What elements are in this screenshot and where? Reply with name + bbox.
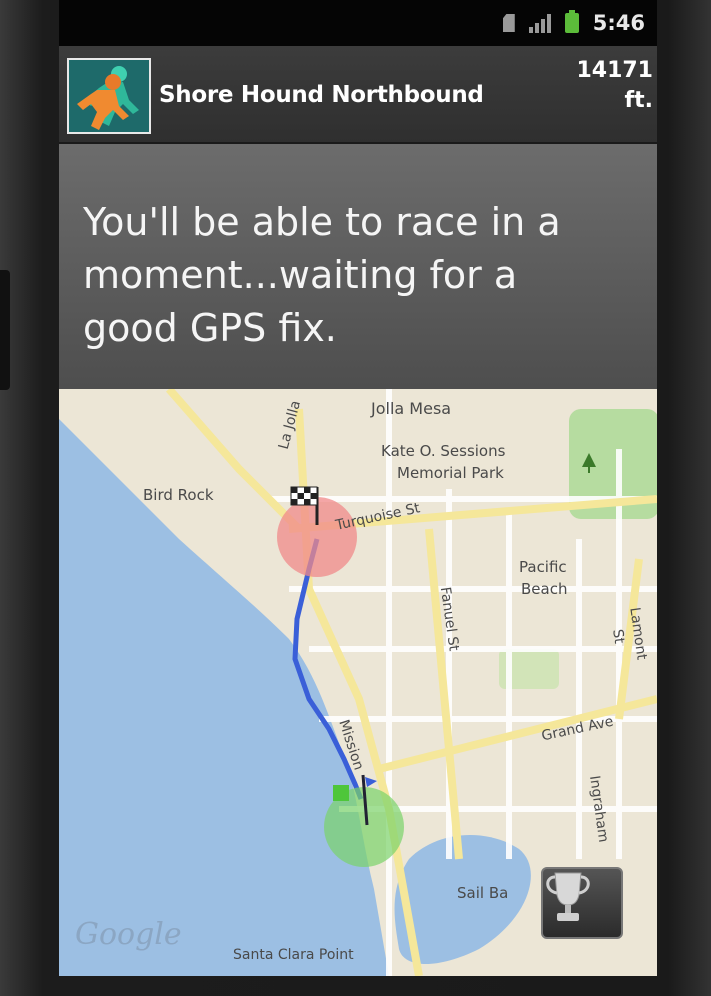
label-kate-sessions: Kate O. Sessions [381, 442, 506, 460]
label-beach: Beach [521, 580, 568, 598]
phone-side-button [0, 270, 10, 390]
gps-status-panel: You'll be able to race in a moment...wai… [59, 144, 657, 389]
app-header: Shore Hound Northbound 14171 ft. [59, 46, 657, 144]
signal-strength-icon [528, 13, 551, 33]
elevation-readout: 14171 ft. [576, 56, 653, 116]
elevation-unit: ft. [624, 88, 653, 113]
label-memorial-park: Memorial Park [397, 464, 504, 482]
phone-screen: 5:46 Shore Hound Northbound 14171 ft. Yo… [59, 0, 657, 976]
label-pacific: Pacific [519, 558, 567, 576]
label-jolla-mesa: Jolla Mesa [371, 399, 452, 418]
runner-logo-icon[interactable] [67, 58, 151, 134]
status-clock: 5:46 [592, 11, 645, 35]
status-bar: 5:46 [59, 0, 657, 46]
route-title: Shore Hound Northbound [159, 82, 484, 108]
elevation-value: 14171 [576, 58, 653, 83]
label-santa-clara-point: Santa Clara Point [233, 947, 354, 963]
google-watermark: Google [75, 917, 182, 952]
finish-flag-icon[interactable] [285, 483, 329, 527]
park-tree-icon [582, 453, 596, 473]
gps-status-message: You'll be able to race in a moment...wai… [83, 200, 561, 350]
label-sail-bay: Sail Ba [457, 884, 509, 902]
route-map[interactable]: Jolla Mesa Kate O. Sessions Memorial Par… [59, 389, 657, 976]
label-lamont-st: Lamont St [609, 606, 650, 661]
ocean-area [59, 419, 389, 976]
battery-charging-icon [564, 10, 579, 33]
status-icons: 5:46 [502, 10, 645, 36]
sim-card-icon [502, 14, 515, 32]
trophy-icon [546, 872, 590, 921]
start-flag-icon[interactable] [331, 771, 381, 827]
leaderboard-button[interactable] [541, 867, 623, 939]
label-bird-rock: Bird Rock [143, 486, 214, 504]
